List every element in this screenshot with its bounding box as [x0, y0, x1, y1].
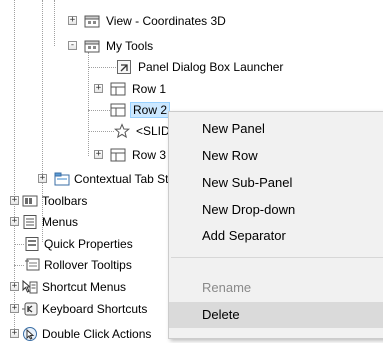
- row-icon: [110, 148, 126, 162]
- contextual-tab-icon: [54, 172, 70, 186]
- dialog-launcher-icon: [117, 60, 131, 74]
- tree-guide-line: [14, 244, 24, 245]
- tree-item-label: Double Click Actions: [42, 327, 152, 341]
- tree-item-quick-properties[interactable]: Quick Properties: [0, 235, 168, 253]
- collapse-toggle[interactable]: -: [68, 41, 77, 50]
- expand-toggle[interactable]: +: [94, 150, 103, 159]
- expand-toggle[interactable]: +: [68, 16, 77, 25]
- menu-item-new-row[interactable]: New Row: [169, 143, 383, 169]
- tree-item-label: Shortcut Menus: [42, 280, 127, 294]
- tree-item-label: Panel Dialog Box Launcher: [138, 60, 284, 74]
- menu-item-rename[interactable]: Rename: [169, 275, 383, 301]
- tree-item-label: Toolbars: [42, 194, 88, 208]
- tree-item-label: Menus: [42, 215, 79, 229]
- menu-item-new-drop-down[interactable]: New Drop-down: [169, 197, 383, 223]
- double-click-icon: [23, 327, 37, 341]
- tree-item-row-1[interactable]: + Row 1: [0, 80, 383, 98]
- star-icon: [114, 123, 130, 139]
- tree-item-my-tools[interactable]: - My Tools: [0, 37, 383, 55]
- keyboard-icon: [22, 302, 38, 316]
- panel-icon: [84, 40, 100, 53]
- tree-item-rollover-tooltips[interactable]: Rollover Tooltips: [0, 256, 168, 274]
- menu-item-add-separator[interactable]: Add Separator: [169, 223, 383, 249]
- tree-item-label: My Tools: [106, 39, 154, 53]
- tree-guide-line: [14, 265, 24, 266]
- tree-item-label: Row 3: [132, 148, 167, 162]
- tree-item-keyboard-shortcuts[interactable]: + Keyboard Shortcuts: [0, 300, 168, 318]
- tree-item-toolbars[interactable]: + Toolbars: [0, 192, 168, 210]
- menu-item-new-sub-panel[interactable]: New Sub-Panel: [169, 170, 383, 196]
- tree-item-menus[interactable]: + Menus: [0, 213, 168, 231]
- tree-item-row-3[interactable]: + Row 3: [0, 146, 168, 164]
- expand-toggle[interactable]: +: [94, 84, 103, 93]
- shortcut-menu-icon: [22, 279, 38, 294]
- tree-item-label: Rollover Tooltips: [44, 258, 132, 272]
- row-icon: [110, 103, 126, 117]
- tree-item-slideout[interactable]: <SLIDEOUT>: [0, 122, 170, 140]
- panel-icon: [84, 15, 100, 28]
- menu-separator: [171, 257, 383, 258]
- tree-item-contextual-tab-states[interactable]: + Contextual Tab States: [0, 170, 170, 188]
- tree-item-shortcut-menus[interactable]: + Shortcut Menus: [0, 278, 168, 296]
- tree-item-view-coordinates-3d[interactable]: + View - Coordinates 3D: [0, 12, 383, 30]
- tree-item-label: Row 2: [130, 102, 171, 118]
- menu-icon: [23, 215, 37, 229]
- tree-guide-line: [88, 67, 116, 68]
- tree-item-label: View - Coordinates 3D: [106, 14, 226, 28]
- toolbar-icon: [22, 195, 38, 207]
- tooltip-icon: [25, 258, 40, 271]
- expand-toggle[interactable]: +: [10, 217, 19, 226]
- tree-item-double-click-actions[interactable]: + Double Click Actions: [0, 325, 168, 343]
- tree-item-label: Quick Properties: [44, 237, 133, 251]
- row-icon: [110, 82, 126, 96]
- expand-toggle[interactable]: +: [10, 304, 19, 313]
- menu-item-delete[interactable]: Delete: [169, 302, 383, 328]
- tree-guide-line: [88, 131, 114, 132]
- quick-properties-icon: [25, 237, 39, 251]
- expand-toggle[interactable]: +: [10, 282, 19, 291]
- tree-item-label: Contextual Tab States: [74, 172, 170, 186]
- tree-guide-line: [88, 110, 110, 111]
- tree-item-label: <SLIDEOUT>: [136, 124, 170, 138]
- tree-item-label: Row 1: [132, 82, 167, 96]
- expand-toggle[interactable]: +: [38, 174, 47, 183]
- context-menu: New Panel New Row New Sub-Panel New Drop…: [168, 111, 383, 339]
- tree-item-label: Keyboard Shortcuts: [42, 302, 148, 316]
- menu-item-new-panel[interactable]: New Panel: [169, 116, 383, 142]
- expand-toggle[interactable]: +: [10, 196, 19, 205]
- tree-item-panel-dialog-box-launcher[interactable]: Panel Dialog Box Launcher: [0, 58, 383, 76]
